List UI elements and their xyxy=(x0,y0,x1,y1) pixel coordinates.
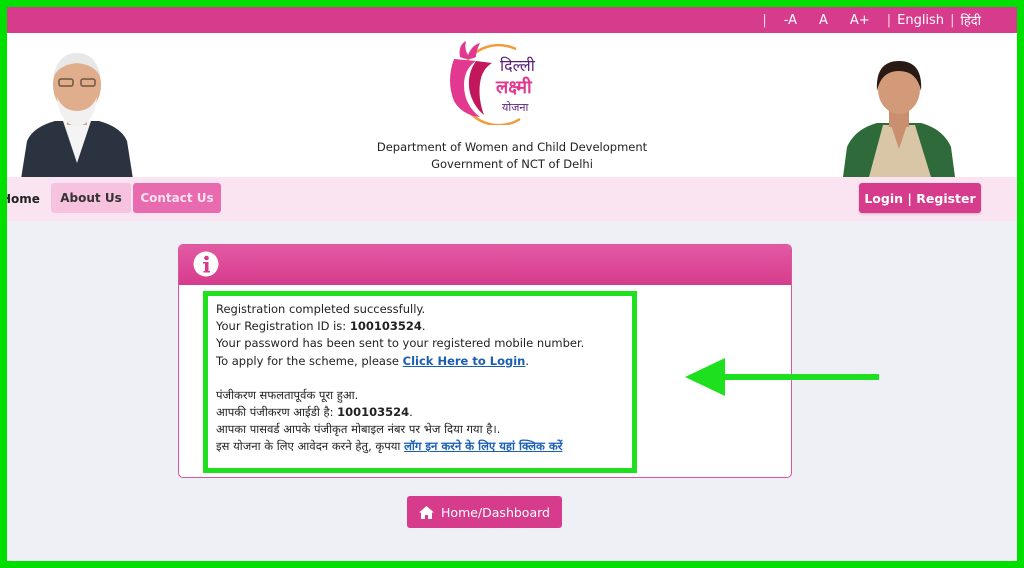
separator: | xyxy=(762,12,767,28)
page: | -A A A+ | English | हिंदी दिल्ली लक्ष्… xyxy=(7,7,1017,561)
registration-id-label: Your Registration ID is: xyxy=(216,319,350,334)
login-link[interactable]: Click Here to Login xyxy=(403,354,526,368)
font-decrease-button[interactable]: -A xyxy=(784,13,797,28)
registration-id-value: 100103524 xyxy=(349,319,422,334)
home-icon xyxy=(419,505,435,519)
punctuation: . xyxy=(421,319,426,334)
success-text: Registration completed successfully. xyxy=(216,302,426,316)
apply-line-hindi: इस योजना के लिए आवेदन करने हेतु, कृपया ल… xyxy=(216,438,584,455)
lang-english-link[interactable]: English xyxy=(897,13,944,28)
apply-text: To apply for the scheme, please xyxy=(216,353,403,368)
lang-hindi-link[interactable]: हिंदी xyxy=(960,11,981,29)
registration-message: Registration completed successfully. You… xyxy=(216,301,584,456)
logo-text-line3: योजना xyxy=(502,101,528,114)
font-normal-button[interactable]: A xyxy=(819,13,828,28)
message-card-header xyxy=(179,245,791,285)
registration-id-line: Your Registration ID is: 100103524. xyxy=(216,318,584,335)
nav-contact-us[interactable]: Contact Us xyxy=(133,183,221,213)
login-link-hindi[interactable]: लॉग इन करने के लिए यहां क्लिक करें xyxy=(404,439,562,453)
separator: | xyxy=(886,12,892,28)
logo-text-line1: दिल्ली xyxy=(500,56,536,75)
pointer-arrow-icon xyxy=(685,358,879,396)
punctuation: . xyxy=(525,353,530,368)
password-info-hindi: आपका पासवर्ड आपके पंजीकृत मोबाइल नंबर पर… xyxy=(216,422,501,437)
home-dashboard-button[interactable]: Home/Dashboard xyxy=(407,496,562,528)
apply-line: To apply for the scheme, please Click He… xyxy=(216,353,584,370)
separator: | xyxy=(950,12,955,28)
site-header: दिल्ली लक्ष्मी योजना Department of Women… xyxy=(7,33,1017,181)
utility-links: | -A A A+ | English | हिंदी xyxy=(756,11,981,30)
password-info: Your password has been sent to your regi… xyxy=(216,336,585,351)
registration-id-value-hindi: 100103524 xyxy=(337,405,410,420)
registration-id-line-hindi: आपकी पंजीकरण आईडी है: 100103524. xyxy=(216,404,584,421)
top-utility-bar: | -A A A+ | English | हिंदी xyxy=(7,7,1017,33)
main-nav: Home About Us Contact Us Login | Registe… xyxy=(7,177,1017,221)
punctuation: . xyxy=(409,405,413,420)
nav-home[interactable]: Home xyxy=(7,192,40,206)
registration-id-label-hindi: आपकी पंजीकरण आईडी है: xyxy=(216,405,338,420)
login-register-button[interactable]: Login | Register xyxy=(859,183,981,213)
success-text-hindi: पंजीकरण सफलतापूर्वक पूरा हुआ. xyxy=(216,387,359,402)
apply-text-hindi: इस योजना के लिए आवेदन करने हेतु, कृपया xyxy=(216,439,405,454)
info-icon xyxy=(193,251,219,277)
font-increase-button[interactable]: A+ xyxy=(850,13,870,28)
logo-text-line2: लक्ष्मी xyxy=(495,76,533,98)
nav-about-us[interactable]: About Us xyxy=(51,183,131,213)
leader-portrait-right xyxy=(839,55,959,177)
delhi-lakshmi-yojana-logo: दिल्ली लक्ष्मी योजना xyxy=(450,41,536,125)
home-dashboard-label: Home/Dashboard xyxy=(441,504,550,520)
